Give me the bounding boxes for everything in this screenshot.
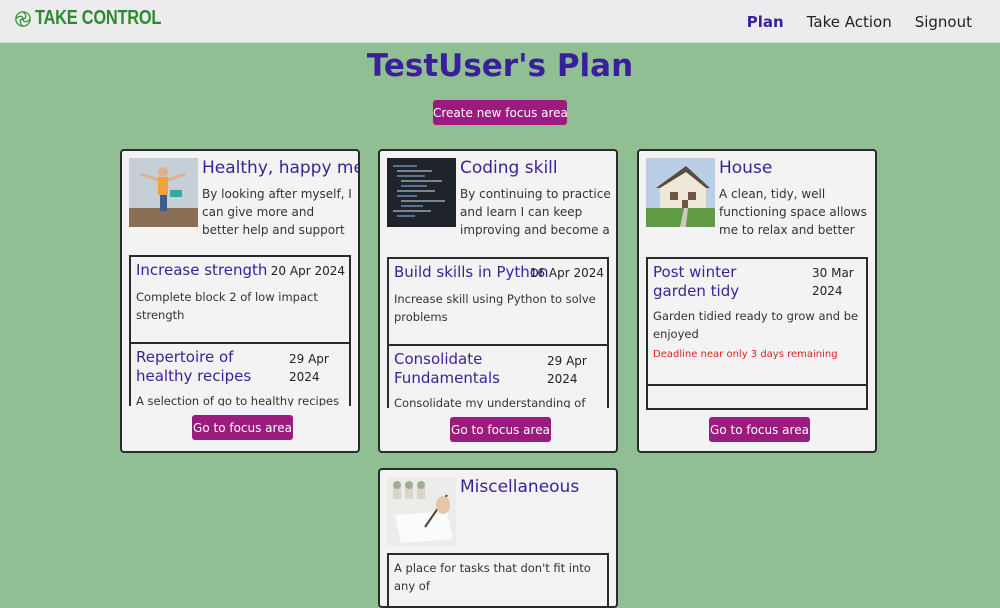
task-list: Post winter garden tidy 30 Mar 2024 Gard… — [646, 257, 868, 410]
nav-plan[interactable]: Plan — [747, 13, 784, 31]
task-date: 29 Apr 2024 — [289, 352, 329, 384]
task-date: 16 Apr 2024 — [529, 266, 604, 280]
focus-area-title[interactable]: Miscellaneous — [460, 477, 579, 497]
nav-signout[interactable]: Signout — [915, 13, 972, 31]
nav-links: Plan Take Action Signout — [747, 13, 972, 31]
task-item: Repertoire of healthy recipes 29 Apr 202… — [131, 344, 349, 406]
task-description: Garden tidied ready to grow and be enjoy… — [653, 309, 859, 341]
go-to-focus-area-button[interactable]: Go to focus area — [450, 417, 551, 442]
task-date: 29 Apr 2024 — [547, 354, 587, 386]
task-description: A selection of go to healthy recipes to — [136, 394, 340, 406]
task-item: Consolidate Fundamentals 29 Apr 2024 Con… — [389, 346, 607, 408]
create-focus-area-button[interactable]: Create new focus area — [433, 100, 568, 125]
focus-area-description: A place for tasks that don't fit into an… — [394, 561, 591, 593]
task-description: Consolidate my understanding of the — [394, 396, 586, 408]
task-item: A place for tasks that don't fit into an… — [389, 555, 607, 606]
task-item: Post winter garden tidy 30 Mar 2024 Gard… — [648, 259, 866, 386]
focus-area-title[interactable]: Healthy, happy me — [202, 158, 358, 178]
task-date: 30 Mar 2024 — [812, 266, 854, 298]
focus-area-card-misc: Miscellaneous A place for tasks that don… — [378, 468, 618, 608]
focus-area-title[interactable]: Coding skill — [460, 158, 558, 178]
brand-logo[interactable]: TAKE CONTROL — [14, 7, 189, 30]
focus-area-image — [387, 477, 456, 546]
task-title[interactable]: Consolidate Fundamentals — [394, 350, 544, 388]
swirl-logo-icon — [15, 10, 31, 27]
task-list: A place for tasks that don't fit into an… — [387, 553, 609, 606]
focus-area-card-healthy: Healthy, happy me By looking after mysel… — [120, 149, 360, 453]
nav-take-action[interactable]: Take Action — [807, 13, 892, 31]
go-to-focus-area-button[interactable]: Go to focus area — [192, 415, 293, 440]
task-description: Increase skill using Python to solve pro… — [394, 292, 596, 324]
focus-area-title[interactable]: House — [719, 158, 772, 178]
focus-area-image — [387, 158, 456, 227]
task-title[interactable]: Repertoire of healthy recipes — [136, 348, 286, 386]
task-item: Increase strength 20 Apr 2024 Complete b… — [131, 257, 349, 344]
focus-area-image — [129, 158, 198, 227]
brand-name: TAKE CONTROL — [35, 7, 162, 29]
focus-area-description: By looking after myself, I can give more… — [202, 187, 352, 242]
task-description: Complete block 2 of low impact strength — [136, 290, 318, 322]
task-list: Build skills in Python 16 Apr 2024 Incre… — [387, 257, 609, 408]
task-item: Build skills in Python 16 Apr 2024 Incre… — [389, 259, 607, 346]
task-title[interactable]: Post winter garden tidy — [653, 263, 793, 301]
task-list: Increase strength 20 Apr 2024 Complete b… — [129, 255, 351, 406]
focus-area-description: A clean, tidy, well functioning space al… — [719, 187, 867, 242]
focus-area-image — [646, 158, 715, 227]
deadline-warning: Deadline near only 3 days remaining — [653, 349, 838, 360]
page-title: TestUser's Plan — [366, 48, 634, 84]
focus-area-card-house: House A clean, tidy, well functioning sp… — [637, 149, 877, 453]
focus-area-description: By continuing to practice and learn I ca… — [460, 187, 611, 242]
focus-area-card-coding: Coding skill By continuing to practice a… — [378, 149, 618, 453]
go-to-focus-area-button[interactable]: Go to focus area — [709, 417, 810, 442]
navbar: TAKE CONTROL Plan Take Action Signout — [0, 0, 1000, 43]
task-title[interactable]: Increase strength — [136, 261, 286, 280]
task-date: 20 Apr 2024 — [270, 264, 345, 278]
